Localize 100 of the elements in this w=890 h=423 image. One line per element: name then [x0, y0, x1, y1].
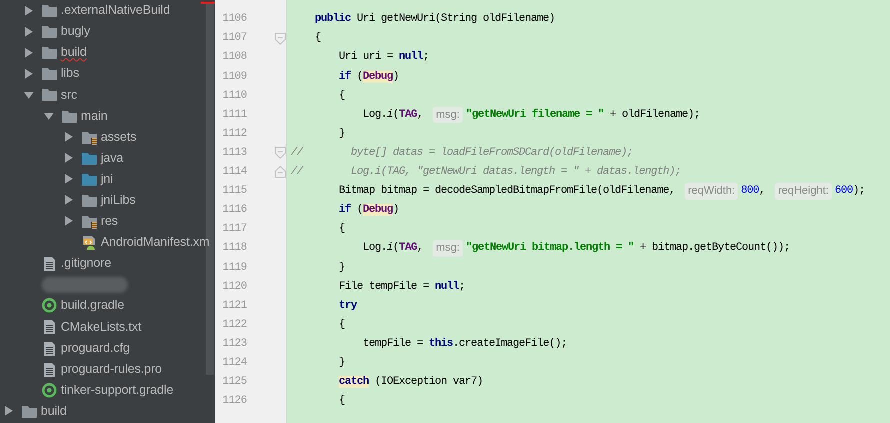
- code-token: {: [338, 222, 346, 238]
- code-token: .createImageFile();: [453, 336, 568, 352]
- code-token: (: [393, 108, 400, 123]
- line-number: 1122: [222, 318, 247, 333]
- resource-folder-icon: [82, 214, 97, 229]
- fold-marker-icon[interactable]: [275, 147, 286, 160]
- file-icon: [42, 319, 57, 334]
- expand-arrow-icon[interactable]: [63, 131, 75, 144]
- manifest-icon: [82, 235, 97, 250]
- code-token: ,: [417, 108, 424, 123]
- code-token: i: [387, 241, 394, 256]
- tree-item[interactable]: proguard.cfg: [61, 338, 130, 358]
- line-number: 1109: [222, 70, 247, 85]
- code-token: // byte[] datas = loadFileFromSDCard(oldFilename);: [291, 146, 634, 161]
- line-number: 1110: [222, 88, 247, 104]
- file-icon: [42, 256, 57, 272]
- line-number: 1107: [222, 31, 247, 46]
- tree-item[interactable]: AndroidManifest.xm: [101, 233, 210, 252]
- tree-item[interactable]: src: [61, 86, 78, 104]
- collapse-arrow-icon[interactable]: [43, 110, 55, 122]
- line-number: 1126: [222, 394, 247, 410]
- file-icon: [42, 340, 57, 356]
- line-number: 1118: [222, 241, 247, 256]
- folder-icon: [82, 150, 97, 166]
- tree-item[interactable]: proguard-rules.pro: [61, 360, 162, 379]
- line-number: 1112: [222, 126, 247, 142]
- expand-arrow-icon[interactable]: [23, 68, 35, 80]
- code-token: ;: [459, 280, 466, 295]
- tree-item[interactable]: jni: [101, 170, 114, 189]
- code-token: }: [338, 126, 346, 142]
- line-number: 1116: [222, 203, 247, 218]
- folder-icon: [22, 404, 37, 419]
- code-token: ,: [759, 184, 766, 200]
- code-token: ;: [423, 50, 430, 66]
- line-number: 1123: [222, 336, 247, 352]
- tree-item[interactable]: assets: [101, 128, 137, 146]
- expand-arrow-icon[interactable]: [3, 405, 15, 418]
- line-number: 1119: [222, 260, 247, 276]
- line-number: 1115: [222, 184, 247, 200]
- line-number: 1114: [222, 165, 247, 180]
- code-token: (: [357, 203, 364, 218]
- tree-item[interactable]: libs: [61, 64, 80, 84]
- expand-arrow-icon[interactable]: [23, 46, 35, 59]
- code-token: Bitmap bitmap = decodeSampledBitmapFromFile(oldFilename,: [338, 184, 676, 200]
- gradle-icon: [42, 298, 57, 314]
- code-token: null: [399, 50, 424, 66]
- folder-icon: [82, 192, 97, 208]
- code-token: TAG: [399, 108, 418, 123]
- code-token: // Log.i(TAG, "getNewUri datas.length = " + datas.length);: [291, 165, 682, 180]
- tree-item[interactable]: java: [101, 148, 124, 168]
- gradle-icon: [42, 382, 57, 398]
- tree-item[interactable]: build: [61, 43, 87, 62]
- line-number: 1117: [222, 222, 247, 238]
- folder-icon: [42, 66, 57, 82]
- fold-marker-icon[interactable]: [275, 166, 286, 178]
- expand-arrow-icon[interactable]: [63, 152, 75, 164]
- code-token: Debug: [363, 70, 394, 85]
- code-token: {: [338, 318, 346, 333]
- fold-marker-icon[interactable]: [275, 32, 286, 45]
- tree-item[interactable]: bugly: [61, 22, 90, 42]
- code-token: Log.: [362, 241, 388, 256]
- code-token: this: [429, 336, 454, 352]
- line-number: 1120: [222, 280, 247, 295]
- code-token: {: [338, 394, 346, 410]
- expand-arrow-icon[interactable]: [23, 26, 35, 38]
- code-token: "getNewUri bitmap.length = ": [466, 241, 634, 256]
- tree-item[interactable]: build.gradle: [61, 296, 124, 316]
- tree-item[interactable]: .gitignore: [61, 254, 112, 274]
- expand-arrow-icon[interactable]: [63, 194, 75, 206]
- file-icon: [42, 362, 57, 377]
- code-token: + bitmap.getByteCount());: [638, 241, 790, 256]
- code-token: }: [338, 260, 346, 276]
- tree-item[interactable]: tinker-support.gradle: [61, 380, 174, 400]
- code-token: File tempFile =: [338, 280, 430, 295]
- tree-item[interactable]: CMakeLists.txt: [61, 318, 142, 336]
- code-token: }: [338, 356, 346, 371]
- code-token: {: [314, 31, 322, 46]
- line-number: 1106: [222, 12, 247, 28]
- code-token: Log.: [362, 108, 388, 123]
- tree-item[interactable]: main: [81, 106, 108, 126]
- expand-arrow-icon[interactable]: [63, 215, 75, 228]
- code-token: ,: [417, 241, 424, 256]
- code-token: {: [338, 88, 346, 104]
- code-token: (: [357, 70, 364, 85]
- tree-item[interactable]: jniLibs: [101, 191, 136, 210]
- code-token: );: [852, 184, 865, 200]
- tree-item[interactable]: build: [41, 402, 67, 421]
- expand-arrow-icon[interactable]: [23, 4, 35, 17]
- code-token: try: [338, 298, 358, 314]
- folder-icon: [42, 3, 57, 18]
- code-token: 800: [741, 184, 760, 200]
- tree-item[interactable]: .externalNativeBuild: [61, 1, 170, 20]
- line-number: 1111: [222, 108, 247, 123]
- error-marker: [201, 2, 215, 4]
- tree-item[interactable]: res: [101, 212, 118, 231]
- folder-icon: [42, 45, 57, 60]
- folder-icon: [82, 172, 97, 187]
- line-number: 1113: [222, 146, 247, 161]
- expand-arrow-icon[interactable]: [63, 173, 75, 186]
- code-token: tempFile =: [362, 336, 424, 352]
